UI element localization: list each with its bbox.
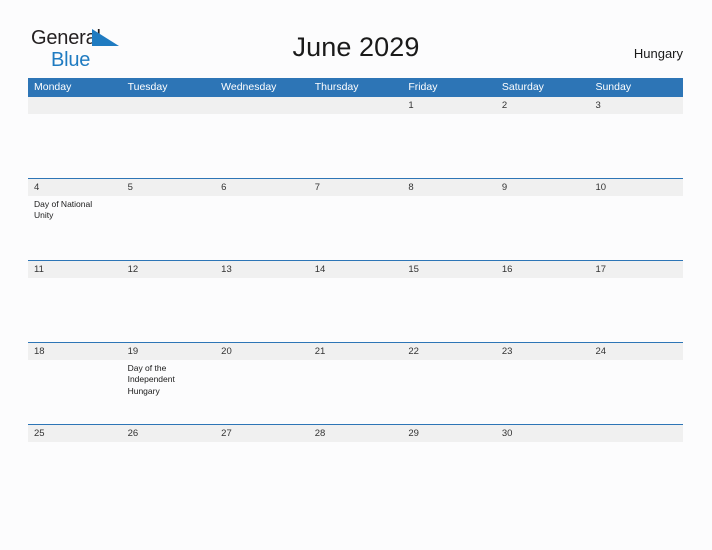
- day-cell[interactable]: 12: [121, 261, 216, 342]
- day-number: 13: [221, 264, 232, 275]
- weekday-header-tuesday: Tuesday: [127, 81, 168, 93]
- day-cell[interactable]: 24: [589, 343, 684, 424]
- day-number: [215, 97, 309, 114]
- holiday-event: Day of National Unity: [34, 199, 93, 221]
- day-cell[interactable]: 22: [402, 343, 496, 424]
- calendar-week-cells: 11 12 13 14 15 16 17: [28, 261, 684, 342]
- day-number: 12: [127, 264, 139, 275]
- day-cell[interactable]: 29: [402, 425, 496, 506]
- day-events: Day of National Unity: [28, 196, 122, 222]
- day-number: 4: [34, 182, 40, 193]
- day-number: [122, 97, 216, 114]
- calendar-week-row: 11 12 13 14 15 16 17: [28, 260, 684, 342]
- day-cell[interactable]: 20: [215, 343, 309, 424]
- day-number: 21: [314, 346, 326, 357]
- day-cell[interactable]: 15: [402, 261, 496, 342]
- day-cell[interactable]: 8: [402, 179, 496, 260]
- day-number: 9: [501, 182, 508, 193]
- day-events: Day of the Independent Hungary: [122, 360, 216, 397]
- weekday-header-thursday: Thursday: [314, 81, 359, 93]
- day-number: 20: [221, 346, 232, 357]
- day-cell[interactable]: 2: [495, 97, 590, 178]
- day-cell[interactable]: 9: [495, 179, 590, 260]
- day-number: 11: [34, 264, 44, 275]
- day-number: 28: [314, 428, 326, 439]
- calendar-week-row: 25 26 27 28 29 30: [28, 424, 684, 506]
- day-number: [309, 97, 403, 114]
- day-number: 23: [501, 346, 513, 357]
- calendar-page: General Blue June 2029 Hungary Monday Tu…: [0, 0, 712, 550]
- page-header: General Blue June 2029 Hungary: [0, 0, 712, 70]
- day-number: 24: [595, 346, 607, 357]
- day-cell[interactable]: 18: [28, 343, 122, 424]
- calendar-week-cells: 1 2 3: [28, 97, 684, 178]
- calendar-week-row: 1 2 3: [28, 97, 684, 178]
- calendar-grid: Monday Tuesday Wednesday Thursday Friday…: [28, 78, 684, 506]
- day-cell[interactable]: 25: [28, 425, 122, 506]
- calendar-week-row: 18 19 Day of the Independent Hungary 20 21 22…: [28, 342, 684, 424]
- day-cell[interactable]: 27: [215, 425, 309, 506]
- weekday-header-row: Monday Tuesday Wednesday Thursday Friday…: [28, 78, 683, 97]
- day-cell[interactable]: 11: [28, 261, 122, 342]
- day-cell-empty: [589, 425, 684, 506]
- day-cell[interactable]: 23: [495, 343, 590, 424]
- day-number: 8: [408, 182, 414, 193]
- day-cell[interactable]: 26: [121, 425, 216, 506]
- calendar-week-cells: 4 Day of National Unity 5 6 7 8 9 10: [28, 179, 684, 260]
- day-number: 14: [314, 264, 326, 275]
- day-cell[interactable]: 4 Day of National Unity: [28, 179, 122, 260]
- day-number: 25: [34, 428, 45, 439]
- day-cell[interactable]: 28: [308, 425, 403, 506]
- day-cell[interactable]: 21: [308, 343, 403, 424]
- day-number: 5: [127, 182, 133, 193]
- day-number: 10: [595, 182, 607, 193]
- day-cell[interactable]: 5: [121, 179, 216, 260]
- day-number: 19: [127, 346, 139, 357]
- day-cell[interactable]: 1: [402, 97, 496, 178]
- day-number: 26: [127, 428, 139, 439]
- day-number: 1: [408, 100, 414, 111]
- day-cell[interactable]: 19 Day of the Independent Hungary: [121, 343, 216, 424]
- weekday-header-friday: Friday: [408, 81, 438, 93]
- calendar-weeks: 1 2 3 4 Day of National Unity 5 6 7 8 9 10 11 12 13 14…: [28, 97, 684, 506]
- day-number: 30: [501, 428, 513, 439]
- weekday-header-saturday: Saturday: [501, 81, 544, 93]
- day-cell[interactable]: 3: [589, 97, 684, 178]
- day-cell[interactable]: 14: [308, 261, 403, 342]
- day-number: 7: [314, 182, 321, 193]
- day-number: 27: [221, 428, 232, 439]
- day-cell[interactable]: 10: [589, 179, 684, 260]
- page-title: June 2029: [292, 32, 420, 62]
- day-number: 16: [501, 264, 513, 275]
- day-cell-empty: [28, 97, 122, 178]
- day-number: 15: [408, 264, 419, 275]
- day-cell[interactable]: 6: [215, 179, 309, 260]
- day-cell-empty: [121, 97, 216, 178]
- day-number: 6: [221, 182, 227, 193]
- day-cell-empty: [308, 97, 403, 178]
- day-cell[interactable]: 7: [308, 179, 403, 260]
- day-cell[interactable]: 16: [495, 261, 590, 342]
- day-number: 17: [595, 264, 607, 275]
- day-number: 29: [408, 428, 419, 439]
- day-cell[interactable]: 17: [589, 261, 684, 342]
- day-number: [28, 97, 122, 114]
- calendar-week-row: 4 Day of National Unity 5 6 7 8 9 10: [28, 178, 684, 260]
- holiday-event: Day of the Independent Hungary: [127, 363, 175, 396]
- calendar-week-cells: 25 26 27 28 29 30: [28, 425, 684, 506]
- country-label: Hungary: [633, 46, 683, 61]
- weekday-header-sunday: Sunday: [595, 81, 632, 93]
- day-cell-empty: [215, 97, 309, 178]
- day-number: 2: [501, 100, 508, 111]
- weekday-header-wednesday: Wednesday: [221, 81, 277, 93]
- day-number: 3: [595, 100, 601, 111]
- day-number: 18: [34, 346, 45, 357]
- day-number: 22: [408, 346, 419, 357]
- day-cell[interactable]: 13: [215, 261, 309, 342]
- calendar-week-cells: 18 19 Day of the Independent Hungary 20 21 22…: [28, 343, 684, 424]
- day-number: [589, 425, 683, 442]
- weekday-header-monday: Monday: [34, 81, 72, 93]
- day-cell[interactable]: 30: [495, 425, 590, 506]
